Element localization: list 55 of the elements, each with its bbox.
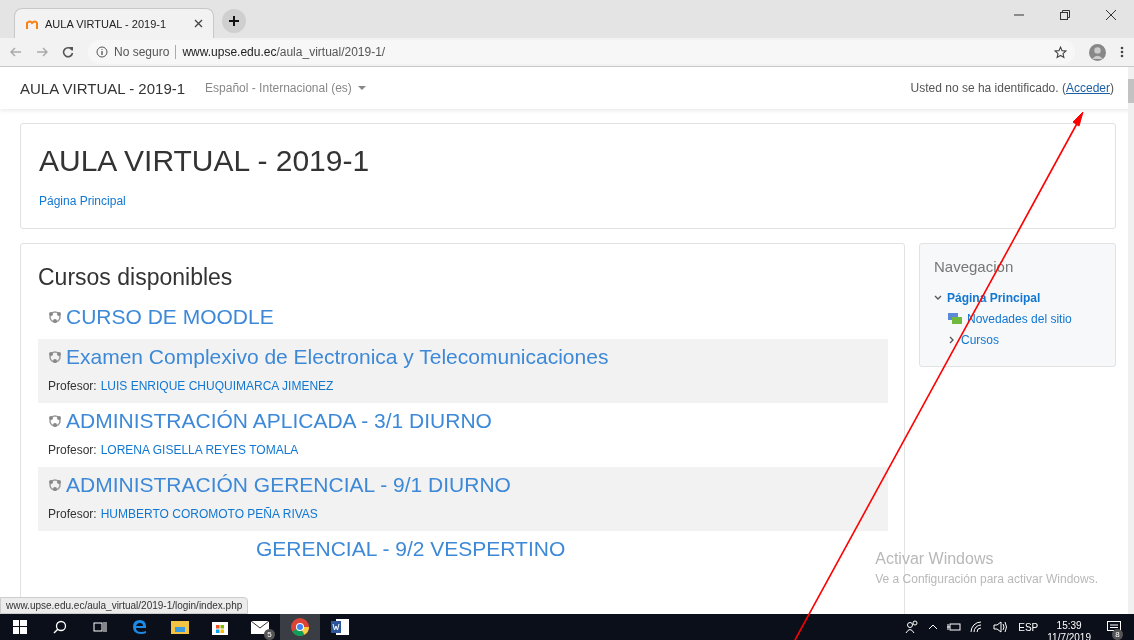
- security-label: No seguro: [114, 45, 170, 59]
- notifications-icon[interactable]: [1107, 621, 1121, 633]
- login-link[interactable]: Acceder: [1065, 81, 1110, 95]
- activation-text: Ve a Configuración para activar Windows.: [875, 572, 1098, 586]
- language-menu[interactable]: Español - Internacional (es): [205, 81, 366, 95]
- chevron-down-icon[interactable]: [934, 293, 942, 302]
- section-title: Cursos disponibles: [38, 264, 234, 291]
- star-icon[interactable]: [1054, 45, 1067, 59]
- new-tab-button[interactable]: [222, 9, 246, 33]
- mail-badge: 5: [264, 629, 275, 640]
- plus-icon: [228, 15, 240, 27]
- login-status: Usted no se ha identificado. (Acceder): [910, 81, 1114, 95]
- close-icon[interactable]: [194, 19, 203, 28]
- reload-icon[interactable]: [62, 46, 74, 58]
- volume-icon[interactable]: [993, 621, 1010, 633]
- breadcrumb-link[interactable]: Página Principal: [39, 194, 1097, 208]
- course-link[interactable]: GERENCIAL - 9/2 VESPERTINO: [256, 537, 566, 561]
- teacher-link[interactable]: LORENA GISELLA REYES TOMALA: [100, 443, 299, 457]
- activation-title: Activar Windows: [875, 550, 995, 568]
- menu-icon[interactable]: [1120, 46, 1124, 58]
- site-name[interactable]: AULA VIRTUAL - 2019-1: [20, 79, 186, 97]
- chevron-right-icon[interactable]: [948, 335, 956, 344]
- teacher-link[interactable]: HUMBERTO COROMOTO PEÑA RIVAS: [100, 507, 318, 521]
- chrome-icon[interactable]: [280, 614, 320, 640]
- course-icon: [48, 414, 62, 428]
- address-bar[interactable]: No seguro www.upse.edu.ec/aula_virtual/2019-1/: [88, 40, 1075, 64]
- course-link[interactable]: ADMINISTRACIÓN GERENCIAL - 9/1 DIURNO: [66, 473, 511, 497]
- forum-icon: [948, 312, 962, 325]
- people-icon[interactable]: [905, 620, 920, 634]
- input-language[interactable]: ESP: [1018, 621, 1039, 633]
- nav-link[interactable]: Cursos: [961, 332, 999, 347]
- close-icon[interactable]: [1106, 10, 1116, 20]
- teacher-line: Profesor: LUIS ENRIQUE CHUQUIMARCA JIMENEZ: [48, 379, 335, 393]
- course-icon: [48, 478, 62, 492]
- status-url: www.upse.edu.ec/aula_virtual/2019-1/login/index.php: [0, 597, 249, 614]
- teacher-line: Profesor: LORENA GISELLA REYES TOMALA: [48, 443, 300, 457]
- caret-icon: [357, 85, 366, 91]
- course-icon: [48, 310, 62, 324]
- course-icon: [48, 350, 62, 364]
- browser-tab[interactable]: AULA VIRTUAL - 2019-1: [14, 8, 214, 38]
- moodle-logo-icon: [25, 18, 39, 29]
- course-link[interactable]: ADMINISTRACIÓN APLICADA - 3/1 DIURNO: [66, 409, 492, 433]
- page-title: AULA VIRTUAL - 2019-1: [39, 144, 371, 178]
- profile-avatar-icon[interactable]: [1089, 43, 1106, 61]
- notification-badge: 8: [1112, 629, 1123, 640]
- mail-icon[interactable]: [251, 620, 269, 634]
- restore-icon[interactable]: [1060, 10, 1070, 20]
- course-link[interactable]: CURSO DE MOODLE: [66, 305, 274, 329]
- info-icon: [96, 46, 108, 58]
- chevron-up-icon[interactable]: [928, 624, 939, 630]
- battery-icon[interactable]: [947, 622, 962, 632]
- url-text: www.upse.edu.ec/aula_virtual/2019-1/: [182, 45, 386, 59]
- course-link[interactable]: Examen Complexivo de Electronica y Telecomunicaciones: [66, 345, 609, 369]
- teacher-line: Profesor: HUMBERTO COROMOTO PEÑA RIVAS: [48, 507, 319, 521]
- teacher-link[interactable]: LUIS ENRIQUE CHUQUIMARCA JIMENEZ: [100, 379, 334, 393]
